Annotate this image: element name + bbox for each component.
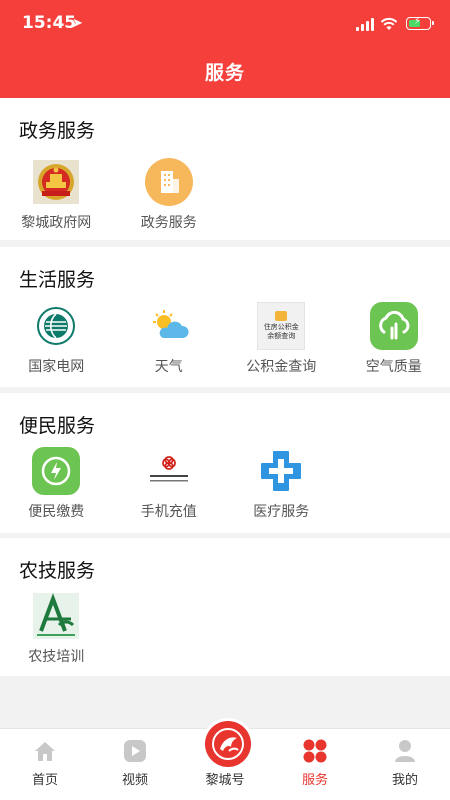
tab-label: 黎城号: [205, 772, 245, 787]
section-title: 农技服务: [19, 561, 96, 582]
service-label: 手机充值: [140, 503, 197, 519]
services-grid-icon: [302, 738, 328, 764]
payment-icon: [32, 447, 81, 495]
user-icon: [392, 738, 418, 764]
tab-services[interactable]: 服务: [270, 729, 360, 800]
status-bar: 15:45 ➤ ⚡: [0, 10, 450, 38]
wifi-icon: [380, 17, 398, 30]
location-arrow-icon: ➤: [72, 15, 83, 30]
section-title: 政务服务: [19, 121, 96, 142]
service-payment[interactable]: 便民缴费: [0, 447, 113, 521]
page-title: 服务: [204, 63, 245, 84]
tab-video[interactable]: 视频: [90, 729, 180, 800]
building-icon: [144, 158, 193, 206]
service-label: 医疗服务: [253, 503, 310, 519]
section-life: 生活服务 国家电网 天气 住房公积金 余额查询 公积金查询 空气质量: [0, 247, 450, 387]
service-label: 便民缴费: [28, 503, 85, 519]
service-state-grid[interactable]: 国家电网: [0, 302, 113, 376]
fund-icon: 住房公积金 余额查询: [257, 302, 306, 350]
section-title: 生活服务: [19, 270, 96, 291]
section-agriculture: 农技服务 农技培训: [0, 538, 450, 676]
medical-cross-icon: [257, 447, 305, 495]
service-label: 国家电网: [28, 358, 85, 374]
battery-icon: ⚡: [406, 16, 434, 30]
video-play-icon: [122, 738, 148, 764]
tab-mine[interactable]: 我的: [360, 729, 450, 800]
section-government: 政务服务 黎城政府网 政务服务: [0, 98, 450, 240]
section-title: 便民服务: [19, 416, 96, 437]
service-gov-affairs[interactable]: 政务服务: [113, 158, 226, 232]
cellular-signal-icon: [356, 17, 376, 31]
service-label: 黎城政府网: [21, 214, 92, 230]
tab-label: 服务: [301, 772, 328, 787]
emblem-icon: [32, 158, 80, 206]
service-air-quality[interactable]: 空气质量: [338, 302, 450, 376]
service-agri-training[interactable]: 农技培训: [0, 592, 113, 666]
service-label: 天气: [154, 358, 183, 374]
state-grid-logo-icon: [32, 302, 80, 350]
app-header: 15:45 ➤ ⚡ 服务: [0, 0, 450, 98]
service-label: 农技培训: [28, 648, 85, 664]
tab-label: 首页: [31, 772, 58, 787]
service-weather[interactable]: 天气: [113, 302, 226, 376]
home-icon: [32, 738, 58, 764]
air-quality-icon: [369, 302, 418, 350]
tab-label: 我的: [391, 772, 418, 787]
china-unicom-icon: [145, 447, 193, 495]
agri-training-icon: [32, 592, 80, 640]
service-label: 公积金查询: [246, 358, 317, 374]
service-phone-topup[interactable]: 手机充值: [113, 447, 226, 521]
service-medical[interactable]: 医疗服务: [225, 447, 338, 521]
weather-icon: [145, 302, 193, 350]
tab-label: 视频: [121, 772, 148, 787]
service-housing-fund[interactable]: 住房公积金 余额查询 公积金查询: [225, 302, 338, 376]
service-licheng-gov[interactable]: 黎城政府网: [0, 158, 113, 232]
service-label: 政务服务: [140, 214, 197, 230]
service-label: 空气质量: [365, 358, 422, 374]
tab-home[interactable]: 首页: [0, 729, 90, 800]
licheng-logo-icon[interactable]: [205, 721, 251, 767]
fund-icon-text: 余额查询: [267, 333, 296, 340]
bottom-tab-bar: 首页 视频 黎城号 服务 我的: [0, 721, 450, 800]
status-time: 15:45: [22, 13, 77, 33]
fund-icon-text: 住房公积金: [263, 324, 299, 331]
section-convenience: 便民服务 便民缴费 手机充值 医疗服务: [0, 393, 450, 533]
